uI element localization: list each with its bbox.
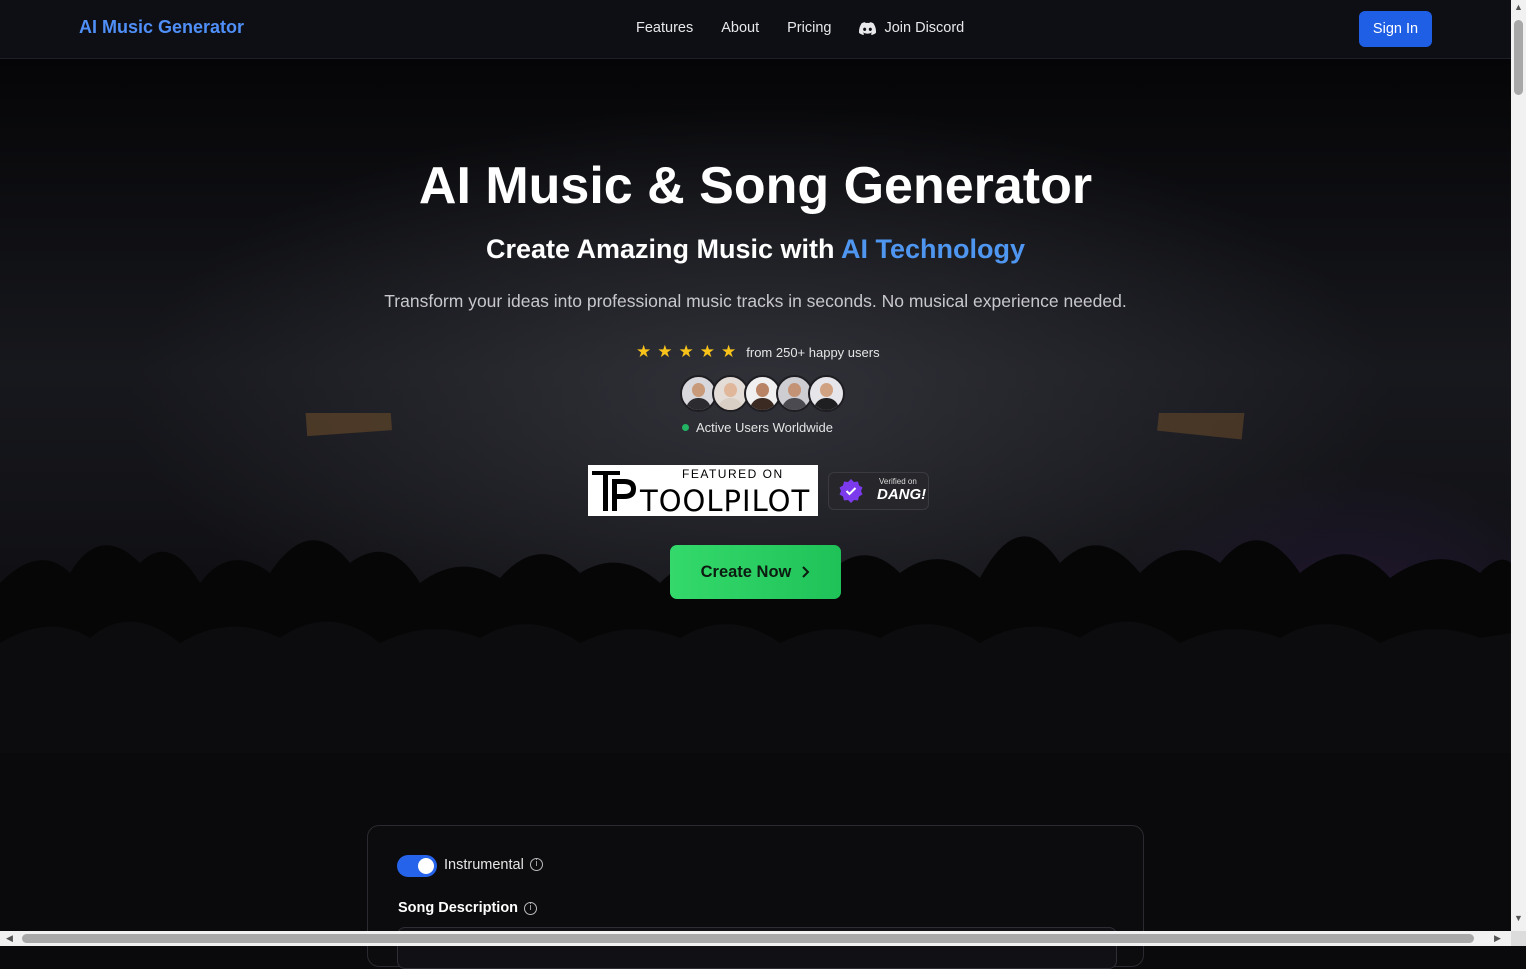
star-icon: ★ [699, 342, 715, 361]
toggle-knob [418, 858, 434, 874]
rating-text: from 250+ happy users [746, 344, 880, 360]
info-icon[interactable]: i [524, 902, 537, 915]
toolpilot-logo-icon [592, 471, 636, 511]
toolpilot-featured-text: FEATURED ON [682, 467, 784, 481]
top-nav: AI Music Generator Features About Pricin… [0, 0, 1511, 59]
user-avatars [680, 375, 845, 412]
nav-link-pricing[interactable]: Pricing [787, 20, 831, 36]
hero-subtitle: Create Amazing Music with AI Technology [0, 234, 1511, 265]
toolpilot-name: TOOLPILOT [640, 484, 811, 518]
hero-subtitle-plain: Create Amazing Music with [485, 234, 842, 264]
instrumental-toggle[interactable] [397, 855, 437, 877]
create-now-button[interactable]: Create Now [670, 545, 841, 599]
online-dot-icon [682, 424, 689, 431]
star-icon: ★ [678, 342, 694, 361]
rating-row: ★ ★ ★ ★ ★ from 250+ happy users [636, 342, 880, 362]
nav-links: Features About Pricing Join Discord [636, 20, 964, 36]
hero-section: AI Music & Song Generator Create Amazing… [0, 59, 1511, 753]
active-users: Active Users Worldwide [682, 420, 833, 435]
horizontal-scroll-thumb[interactable] [22, 934, 1474, 943]
chevron-right-icon [802, 566, 810, 578]
nav-link-features[interactable]: Features [636, 20, 693, 36]
scroll-up-icon[interactable]: ▲ [1514, 2, 1523, 12]
scroll-down-icon[interactable]: ▼ [1514, 913, 1523, 923]
create-now-label: Create Now [700, 562, 792, 581]
star-icon: ★ [636, 342, 652, 361]
horizontal-scrollbar[interactable]: ◀ ▶ [0, 931, 1511, 946]
vertical-scrollbar[interactable]: ▲ ▼ [1511, 0, 1526, 931]
instrumental-label: Instrumental [444, 857, 524, 873]
star-icon: ★ [657, 342, 673, 361]
nav-link-discord[interactable]: Join Discord [859, 20, 964, 36]
star-icon: ★ [721, 342, 737, 361]
sign-in-button[interactable]: Sign In [1359, 11, 1432, 47]
scroll-right-icon[interactable]: ▶ [1494, 933, 1501, 944]
brand-logo[interactable]: AI Music Generator [79, 17, 244, 38]
vertical-scroll-thumb[interactable] [1514, 20, 1523, 95]
info-icon[interactable]: i [530, 858, 543, 871]
scrollbar-corner [1511, 931, 1526, 946]
dang-name: DANG! [877, 486, 927, 503]
hero-description: Transform your ideas into professional m… [384, 291, 1127, 311]
discord-icon [859, 21, 877, 35]
hero-title: AI Music & Song Generator [418, 157, 1093, 215]
dang-verified-text: Verified on [879, 477, 917, 486]
discord-label: Join Discord [884, 20, 965, 36]
avatar [808, 375, 845, 412]
active-users-text: Active Users Worldwide [696, 420, 834, 435]
verified-badge-icon [839, 479, 863, 503]
song-description-label: Song Description [398, 900, 519, 916]
toolpilot-badge[interactable]: FEATURED ON TOOLPILOT [588, 465, 818, 518]
hero-subtitle-accent: AI Technology [841, 234, 1026, 264]
scroll-left-icon[interactable]: ◀ [6, 933, 13, 944]
dang-badge[interactable]: Verified on DANG! [828, 472, 929, 510]
nav-link-about[interactable]: About [721, 20, 759, 36]
